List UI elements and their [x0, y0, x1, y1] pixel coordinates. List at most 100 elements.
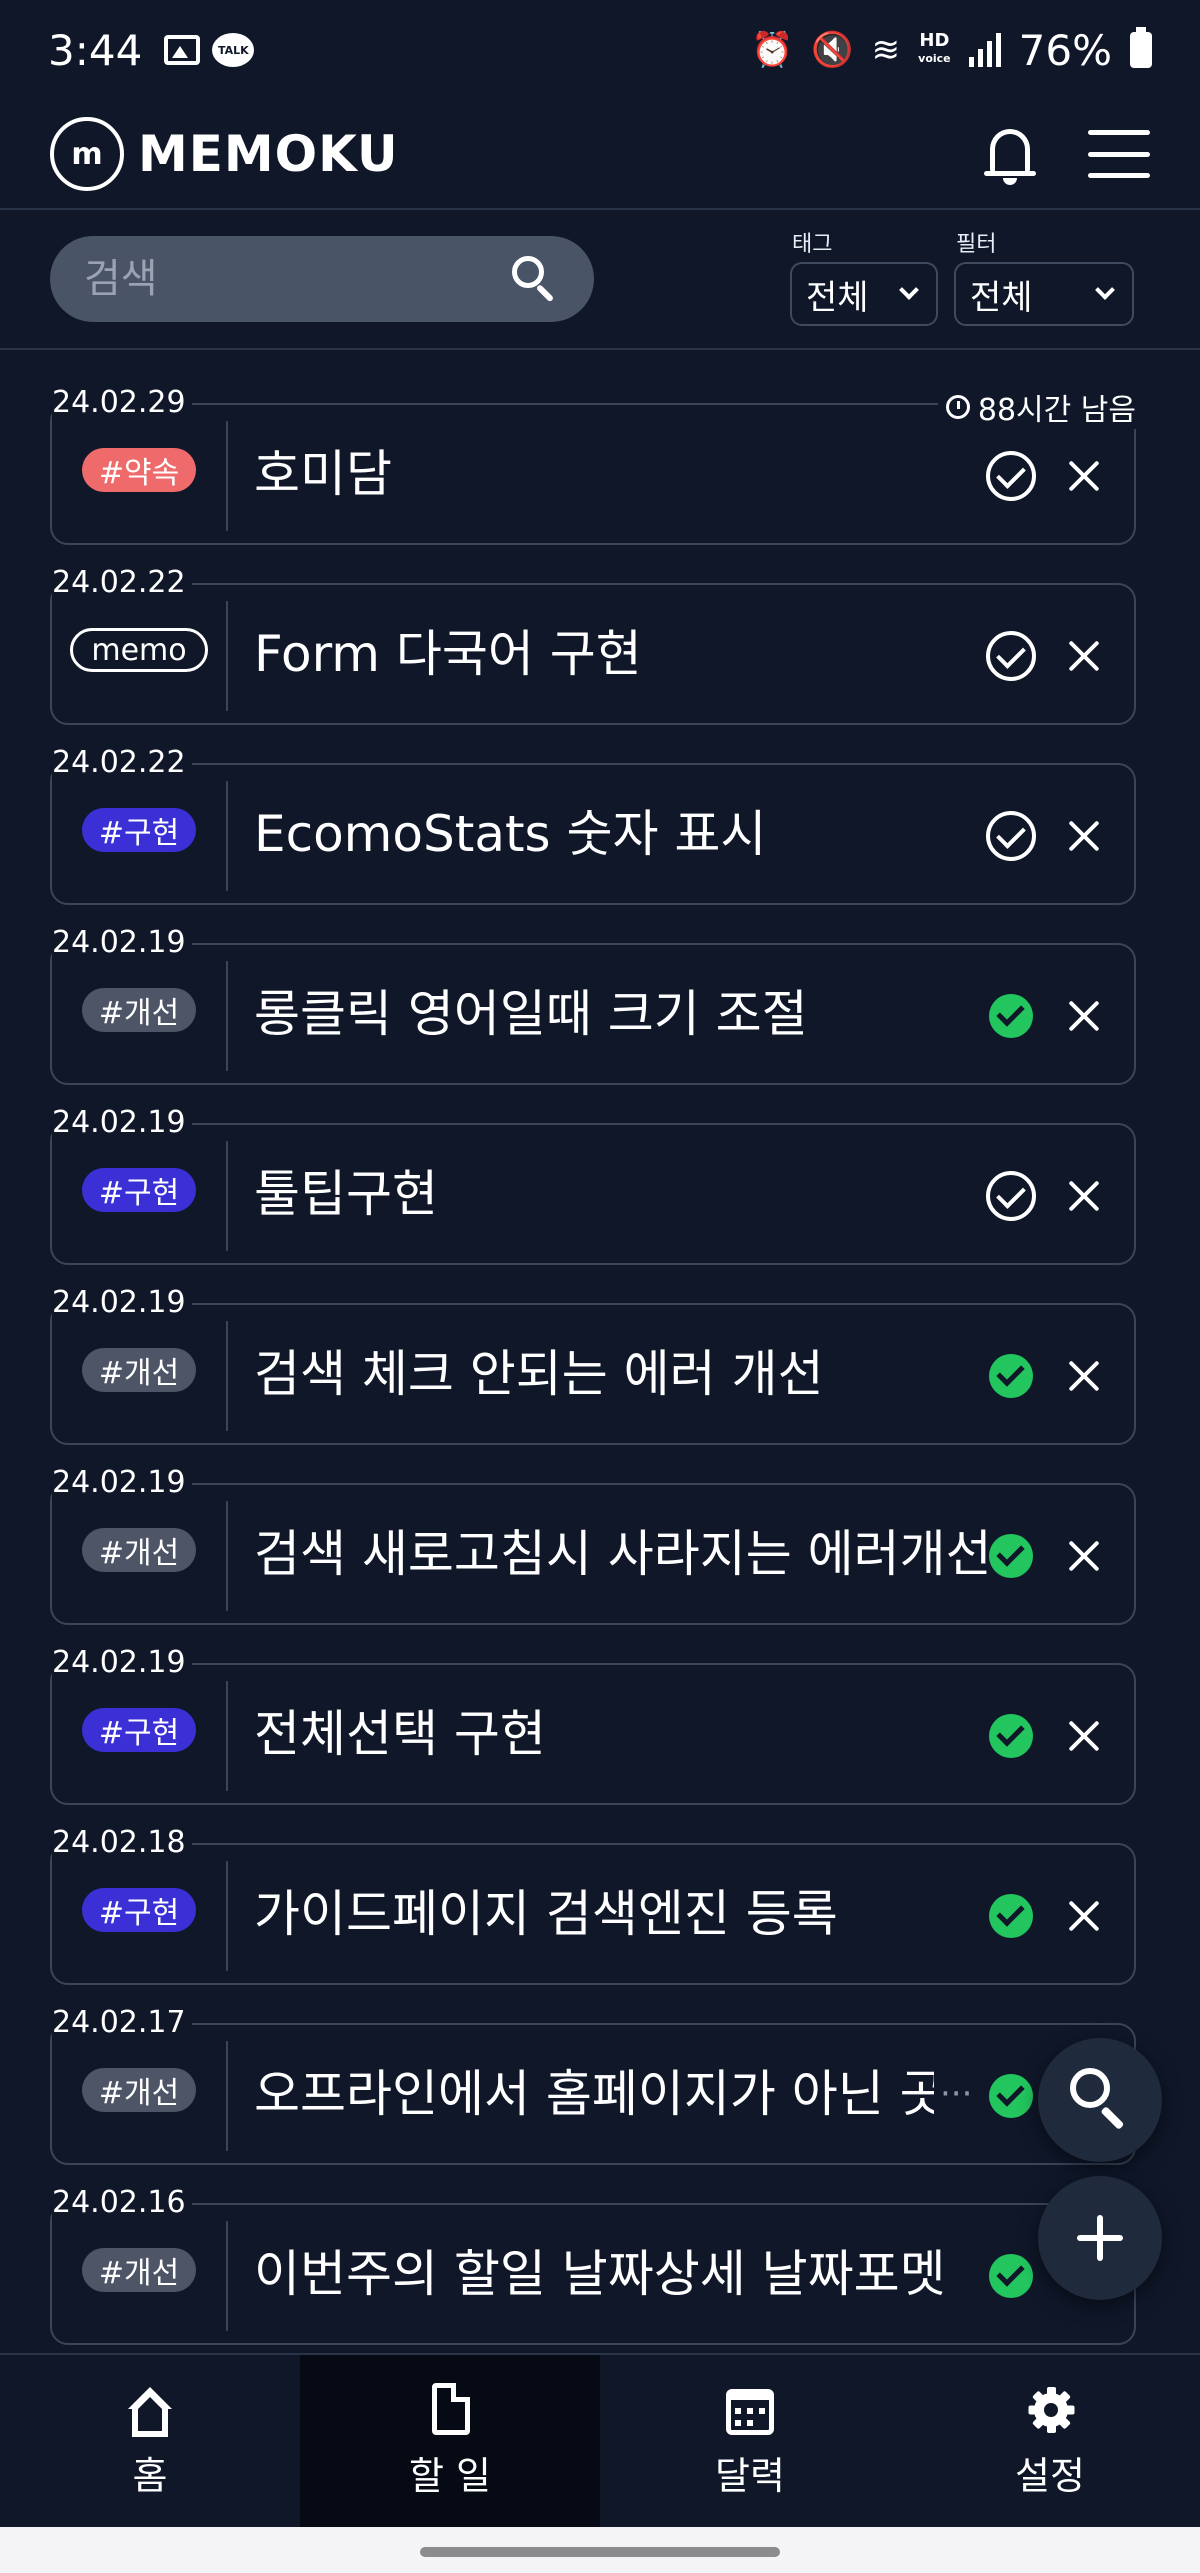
todo-date: 24.02.19: [52, 1105, 192, 1140]
todo-title[interactable]: 오프라인에서 홈페이지가 아닌 곳: [254, 2025, 934, 2163]
nav-calendar[interactable]: 달력: [600, 2355, 900, 2527]
divider: [226, 1501, 228, 1611]
mute-icon: 🔇: [811, 30, 854, 70]
todo-tag[interactable]: #구현: [82, 808, 196, 852]
floating-search-button[interactable]: [1038, 2038, 1162, 2162]
todo-item: #구현 툴팁구현 24.02.19: [50, 1105, 1136, 1265]
todo-item: #개선 이번주의 할일 날짜상세 날짜포멧 24.02.16: [50, 2185, 1136, 2345]
complete-toggle-icon[interactable]: [986, 1171, 1036, 1221]
todo-title[interactable]: 전체선택 구현: [254, 1665, 994, 1803]
filter-select[interactable]: 전체: [954, 262, 1134, 326]
menu-icon[interactable]: [1088, 130, 1150, 178]
delete-icon[interactable]: [1068, 1360, 1100, 1392]
todo-tag[interactable]: #개선: [82, 2248, 196, 2292]
plus-icon: [1077, 2215, 1123, 2261]
nav-home[interactable]: 홈: [0, 2355, 300, 2527]
status-time: 3:44: [48, 25, 143, 75]
app-header: m MEMOKU: [0, 100, 1200, 210]
delete-icon[interactable]: [1068, 460, 1100, 492]
search-icon[interactable]: [510, 254, 560, 304]
todo-date: 24.02.19: [52, 1465, 192, 1500]
completed-check-icon[interactable]: [989, 2074, 1033, 2118]
tag-select[interactable]: 전체: [790, 262, 938, 326]
battery-icon: [1130, 27, 1152, 68]
tag-select-group: 태그 전체: [790, 226, 938, 326]
app-name[interactable]: MEMOKU: [138, 125, 399, 183]
todo-list: #약속 호미담 24.02.29 88시간 남음 memo Form 다국어 구…: [0, 350, 1200, 2353]
hd-voice-icon: HD voice: [918, 30, 951, 66]
todo-title[interactable]: Form 다국어 구현: [254, 585, 994, 723]
todo-card[interactable]: #구현 전체선택 구현: [50, 1663, 1136, 1805]
delete-icon[interactable]: [1068, 1900, 1100, 1932]
todo-title[interactable]: 가이드페이지 검색엔진 등록: [254, 1845, 994, 1983]
home-gesture-handle[interactable]: [420, 2547, 780, 2557]
todo-card[interactable]: memo Form 다국어 구현: [50, 583, 1136, 725]
divider: [226, 1321, 228, 1431]
complete-toggle-icon[interactable]: [986, 811, 1036, 861]
completed-check-icon[interactable]: [989, 2254, 1033, 2298]
todo-card[interactable]: #개선 검색 체크 안되는 에러 개선: [50, 1303, 1136, 1445]
delete-icon[interactable]: [1068, 820, 1100, 852]
todo-date: 24.02.29: [52, 385, 192, 420]
todo-title[interactable]: 검색 체크 안되는 에러 개선: [254, 1305, 994, 1443]
completed-check-icon[interactable]: [989, 994, 1033, 1038]
todo-card[interactable]: #개선 이번주의 할일 날짜상세 날짜포멧: [50, 2203, 1136, 2345]
todo-card[interactable]: #개선 오프라인에서 홈페이지가 아닌 곳 ···: [50, 2023, 1136, 2165]
todo-card[interactable]: #개선 롱클릭 영어일때 크기 조절: [50, 943, 1136, 1085]
completed-check-icon[interactable]: [989, 1534, 1033, 1578]
add-todo-button[interactable]: [1038, 2176, 1162, 2300]
todo-date: 24.02.22: [52, 745, 192, 780]
chevron-down-icon: [899, 280, 919, 300]
complete-toggle-icon[interactable]: [986, 631, 1036, 681]
todo-card[interactable]: #구현 가이드페이지 검색엔진 등록: [50, 1843, 1136, 1985]
divider: [226, 781, 228, 891]
filter-select-group: 필터 전체: [954, 226, 1134, 326]
delete-icon[interactable]: [1068, 1540, 1100, 1572]
todo-tag[interactable]: memo: [70, 628, 208, 672]
completed-check-icon[interactable]: [989, 1354, 1033, 1398]
todo-tag[interactable]: #구현: [82, 1168, 196, 1212]
nav-todo[interactable]: 할 일: [300, 2355, 600, 2527]
delete-icon[interactable]: [1068, 640, 1100, 672]
todo-tag[interactable]: #구현: [82, 1888, 196, 1932]
completed-check-icon[interactable]: [989, 1714, 1033, 1758]
delete-icon[interactable]: [1068, 1720, 1100, 1752]
todo-item: #구현 가이드페이지 검색엔진 등록 24.02.18: [50, 1825, 1136, 1985]
image-icon: [164, 35, 201, 65]
divider: [226, 421, 228, 531]
todo-tag[interactable]: #약속: [82, 448, 196, 492]
todo-title[interactable]: 툴팁구현: [254, 1125, 994, 1263]
todo-card[interactable]: #개선 검색 새로고침시 사라지는 에러개선: [50, 1483, 1136, 1625]
delete-icon[interactable]: [1068, 1180, 1100, 1212]
app-screen: 3:44 TALK ⏰ 🔇 ≋ HD voice 76% m MEMOKU 검색…: [0, 0, 1200, 2573]
todo-item: #구현 EcomoStats 숫자 표시 24.02.22: [50, 745, 1136, 905]
logo-icon[interactable]: m: [50, 117, 124, 191]
nav-settings[interactable]: 설정: [900, 2355, 1200, 2527]
todo-tag[interactable]: #구현: [82, 1708, 196, 1752]
chevron-down-icon: [1095, 280, 1115, 300]
signal-icon: [968, 33, 1001, 67]
tag-select-label: 태그: [792, 232, 833, 257]
todo-title[interactable]: 검색 새로고침시 사라지는 에러개선: [254, 1485, 994, 1623]
delete-icon[interactable]: [1068, 1000, 1100, 1032]
todo-tag[interactable]: #개선: [82, 1528, 196, 1572]
todo-title[interactable]: EcomoStats 숫자 표시: [254, 765, 994, 903]
todo-tag[interactable]: #개선: [82, 2068, 196, 2112]
todo-title[interactable]: 호미담: [254, 405, 994, 543]
time-remaining: 88시간 남음: [937, 385, 1136, 429]
todo-card[interactable]: #구현 툴팁구현: [50, 1123, 1136, 1265]
todo-item: #약속 호미담 24.02.29 88시간 남음: [50, 385, 1136, 545]
system-nav-bar: [0, 2527, 1200, 2573]
todo-title[interactable]: 롱클릭 영어일때 크기 조절: [254, 945, 994, 1083]
filter-bar: 태그 전체 필터 전체: [0, 212, 1200, 350]
todo-title[interactable]: 이번주의 할일 날짜상세 날짜포멧: [254, 2205, 994, 2343]
bell-icon[interactable]: [984, 123, 1036, 185]
search-input[interactable]: [84, 256, 504, 302]
todo-tag[interactable]: #개선: [82, 988, 196, 1032]
todo-tag[interactable]: #개선: [82, 1348, 196, 1392]
document-icon: [424, 2382, 476, 2437]
todo-card[interactable]: #구현 EcomoStats 숫자 표시: [50, 763, 1136, 905]
complete-toggle-icon[interactable]: [986, 451, 1036, 501]
completed-check-icon[interactable]: [989, 1894, 1033, 1938]
nav-home-label: 홈: [132, 2453, 168, 2498]
